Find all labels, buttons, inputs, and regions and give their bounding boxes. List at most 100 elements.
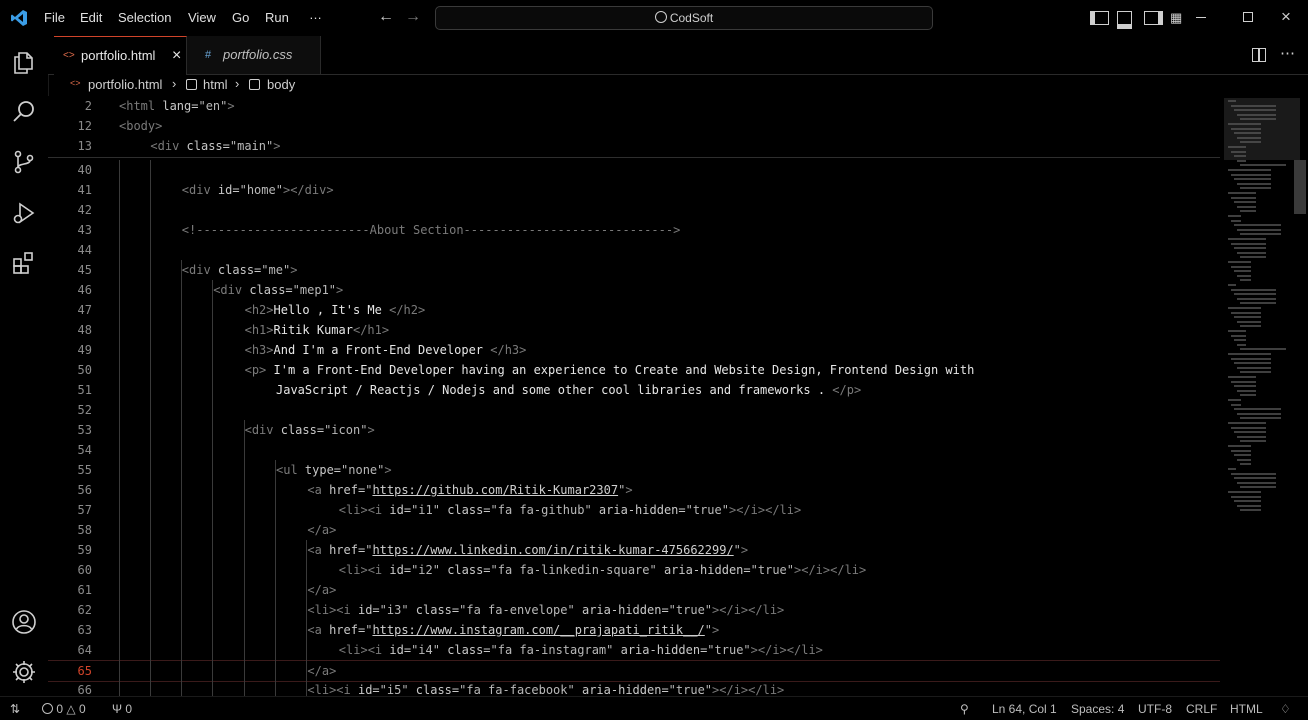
code-line[interactable]: 40 (48, 160, 1220, 180)
end-of-line[interactable]: CRLF (1186, 702, 1217, 716)
tab-close-icon[interactable]: × (172, 37, 181, 75)
account-icon[interactable] (11, 609, 37, 635)
line-number: 42 (77, 203, 92, 217)
scrollbar-thumb[interactable] (1294, 160, 1306, 214)
toggle-primary-sidebar-icon[interactable] (1090, 11, 1109, 25)
line-number: 56 (77, 483, 92, 497)
menu-view[interactable]: View (188, 10, 216, 25)
back-arrow-icon[interactable]: ← (378, 8, 394, 26)
code-line[interactable]: 49 <h3>And I'm a Front-End Developer </h3… (48, 340, 1220, 360)
menu-run[interactable]: Run (265, 10, 289, 25)
menu-more[interactable]: … (309, 7, 322, 22)
code-line[interactable]: 41 <div id="home"></div> (48, 180, 1220, 200)
token-link[interactable]: https://www.instagram.com/__prajapati_ri… (372, 623, 704, 637)
code-line[interactable]: 46 <div class="mep1"> (48, 280, 1220, 300)
notifications-bell-icon[interactable]: ♢ (1280, 702, 1291, 716)
minimap-line (1240, 187, 1271, 190)
source-control-icon[interactable] (11, 149, 37, 175)
command-center-search[interactable]: CodSoft (435, 6, 933, 30)
token-val: "fa fa-github" (490, 503, 599, 517)
code-line[interactable]: 52 (48, 400, 1220, 420)
code-line[interactable]: 62 <li><i id="i3" class="fa fa-envelope" … (48, 600, 1220, 620)
run-debug-icon[interactable] (11, 200, 37, 226)
close-window-icon[interactable]: × (1281, 7, 1291, 27)
code-line[interactable]: 59 <a href= "https://www.linkedin.com/in/r… (48, 540, 1220, 560)
code-line[interactable]: 54 (48, 440, 1220, 460)
code-line[interactable]: 44 (48, 240, 1220, 260)
minimize-icon[interactable] (1196, 17, 1206, 18)
menu-go[interactable]: Go (232, 10, 249, 25)
sticky-code-line[interactable]: 13 <div class="main"> (48, 136, 1220, 156)
token-link[interactable]: https://github.com/Ritik-Kumar2307 (372, 483, 618, 497)
extensions-icon[interactable] (11, 250, 37, 276)
search-icon[interactable] (11, 99, 37, 125)
sticky-code-line[interactable]: 12 <body> (48, 116, 1220, 136)
breadcrumb-html[interactable]: html (203, 77, 228, 92)
code-line[interactable]: 42 (48, 200, 1220, 220)
remote-icon[interactable]: ⇅ (10, 702, 20, 716)
toggle-panel-icon[interactable] (1117, 11, 1132, 29)
forward-arrow-icon[interactable]: → (405, 8, 421, 26)
minimap-line (1228, 353, 1271, 355)
warning-count: 0 (78, 702, 86, 716)
token-tag: </h2> (389, 303, 426, 317)
problems-status[interactable]: 0 △ 0 (42, 702, 86, 716)
code-line[interactable]: 47 <h2>Hello , It's Me </h2> (48, 300, 1220, 320)
token-val: "me" (261, 263, 291, 277)
token-attr: aria-hidden= (620, 643, 708, 657)
minimap-line (1228, 284, 1236, 286)
menu-selection[interactable]: Selection (118, 10, 171, 25)
token-tag: <a (307, 543, 330, 557)
tab-portfolio-html[interactable]: <> portfolio.html × (54, 36, 187, 75)
encoding[interactable]: UTF-8 (1138, 702, 1172, 716)
token-attr: href= (329, 483, 366, 497)
code-line[interactable]: 45 <div class="me"> (48, 260, 1220, 280)
indentation[interactable]: Spaces: 4 (1071, 702, 1124, 716)
token-val: "main" (229, 139, 274, 153)
code-line[interactable]: 43 <!------------------------About Sectio… (48, 220, 1220, 240)
code-line[interactable]: 60 <li><i id="i2" class="fa fa-linkedin-s… (48, 560, 1220, 580)
cursor-position[interactable]: Ln 64, Col 1 (992, 702, 1057, 716)
split-editor-icon[interactable] (1252, 48, 1266, 62)
code-line[interactable]: 56 <a href="https://github.com/Ritik-Kuma… (48, 480, 1220, 500)
menu-file[interactable]: File (44, 10, 65, 25)
code-line[interactable]: 53 <div class="icon"> (48, 420, 1220, 440)
minimap-line (1237, 136, 1261, 139)
minimap-line (1231, 196, 1256, 199)
code-line[interactable]: 48 <h1>Ritik Kumar</h1> (48, 320, 1220, 340)
line-number: 41 (77, 183, 92, 197)
settings-gear-icon[interactable] (11, 659, 37, 685)
zoom-icon[interactable]: ⚲ (960, 702, 969, 716)
code-editor[interactable]: 2 <html lang="en"> 12 <body> 13 <div class="m… (48, 96, 1220, 696)
code-line[interactable]: 51 JavaScript / Reactjs / Nodejs and some… (48, 380, 1220, 400)
more-actions-icon[interactable]: ⋯ (1280, 44, 1295, 62)
minimap-line (1237, 366, 1271, 369)
code-line[interactable]: 66 <li><i id="i5" class="fa fa-facebook" … (48, 680, 1220, 696)
code-line[interactable]: 61 </a> (48, 580, 1220, 600)
code-text: <li><i id="i1" class="fa fa-github" aria… (339, 500, 801, 520)
tab-portfolio-css[interactable]: # portfolio.css (187, 36, 321, 74)
minimap-line (1240, 210, 1256, 213)
customize-layout-icon[interactable]: ▦ (1170, 10, 1182, 26)
code-line[interactable]: 57 <li><i id="i1" class="fa fa-github" ar… (48, 500, 1220, 520)
code-line[interactable]: 65 </a> (48, 660, 1220, 682)
token-attr: class= (447, 503, 491, 517)
code-line[interactable]: 64 <li><i id="i4" class="fa fa-instagram"… (48, 640, 1220, 660)
code-line[interactable]: 63 <a href= "https://www.instagram.com/__p… (48, 620, 1220, 640)
breadcrumb-file[interactable]: portfolio.html (88, 77, 162, 92)
maximize-icon[interactable] (1243, 12, 1253, 22)
sticky-code-line[interactable]: 2 <html lang="en"> (48, 96, 1220, 116)
ports-status[interactable]: Ψ 0 (112, 702, 132, 716)
code-line[interactable]: 50 <p> I'm a Front-End Developer having a… (48, 360, 1220, 380)
toggle-secondary-sidebar-icon[interactable] (1144, 11, 1163, 25)
language-mode[interactable]: HTML (1230, 702, 1263, 716)
breadcrumb-body[interactable]: body (267, 77, 295, 92)
token-tag: </h1> (352, 323, 390, 337)
code-line[interactable]: 58 </a> (48, 520, 1220, 540)
menu-edit[interactable]: Edit (80, 10, 102, 25)
code-line[interactable]: 55 <ul type="none"> (48, 460, 1220, 480)
token-attr: id= (217, 183, 240, 197)
token-link[interactable]: https://www.linkedin.com/in/ritik-kumar-… (372, 543, 733, 557)
explorer-icon[interactable] (11, 50, 37, 76)
minimap[interactable] (1220, 96, 1308, 696)
